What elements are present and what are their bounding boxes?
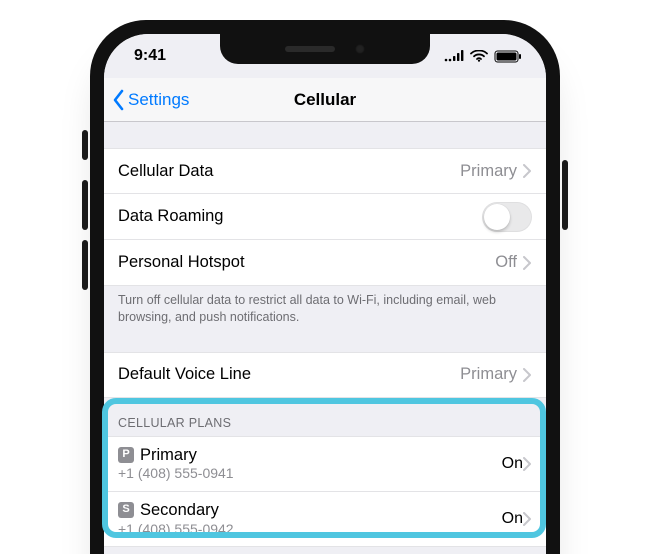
row-label: Cellular Data <box>118 162 460 181</box>
plan-row-secondary[interactable]: S Secondary +1 (408) 555-0942 On <box>104 492 546 547</box>
back-label: Settings <box>128 90 189 110</box>
notch <box>220 34 430 64</box>
toggle-knob <box>484 204 510 230</box>
row-personal-hotspot[interactable]: Personal Hotspot Off <box>104 240 546 286</box>
cellular-signal-icon <box>444 50 464 62</box>
side-button-power <box>562 160 568 230</box>
data-roaming-toggle[interactable] <box>482 202 532 232</box>
chevron-left-icon <box>112 89 126 111</box>
chevron-right-icon <box>523 164 532 178</box>
cellular-data-footer: Turn off cellular data to restrict all d… <box>104 286 546 326</box>
page-title: Cellular <box>294 90 356 110</box>
section-header-cellular-plans: CELLULAR PLANS <box>104 398 546 436</box>
row-data-roaming[interactable]: Data Roaming <box>104 194 546 240</box>
plan-status: On <box>502 510 523 528</box>
side-button-vol-down <box>82 240 88 290</box>
stage: 9:41 <box>0 0 650 554</box>
status-icons <box>444 50 522 63</box>
row-label: Personal Hotspot <box>118 253 495 272</box>
back-button[interactable]: Settings <box>112 78 189 121</box>
navbar: Settings Cellular <box>104 78 546 122</box>
chevron-right-icon <box>523 368 532 382</box>
side-button-mute <box>82 130 88 160</box>
phone-frame: 9:41 <box>90 20 560 554</box>
speaker-grille <box>285 46 335 52</box>
plan-status: On <box>502 455 523 473</box>
plan-badge-icon: S <box>118 502 134 518</box>
wifi-icon <box>470 50 488 62</box>
status-time: 9:41 <box>134 47 166 65</box>
screen: 9:41 <box>104 34 546 554</box>
chevron-right-icon <box>523 256 532 270</box>
chevron-right-icon <box>523 457 532 471</box>
row-value: Primary <box>460 162 517 181</box>
plan-name: Secondary <box>140 500 219 521</box>
row-value: Off <box>495 253 517 272</box>
row-cellular-data[interactable]: Cellular Data Primary <box>104 148 546 194</box>
chevron-right-icon <box>523 512 532 526</box>
side-button-vol-up <box>82 180 88 230</box>
row-label: Data Roaming <box>118 207 482 226</box>
front-camera <box>355 44 365 54</box>
row-label: Default Voice Line <box>118 365 460 384</box>
plan-number: +1 (408) 555-0941 <box>118 465 502 483</box>
row-value: Primary <box>460 365 517 384</box>
plan-badge-icon: P <box>118 447 134 463</box>
row-default-voice-line[interactable]: Default Voice Line Primary <box>104 352 546 398</box>
plan-name: Primary <box>140 445 197 466</box>
plan-row-primary[interactable]: P Primary +1 (408) 555-0941 On <box>104 436 546 492</box>
battery-icon <box>494 50 522 63</box>
plan-number: +1 (408) 555-0942 <box>118 521 502 539</box>
